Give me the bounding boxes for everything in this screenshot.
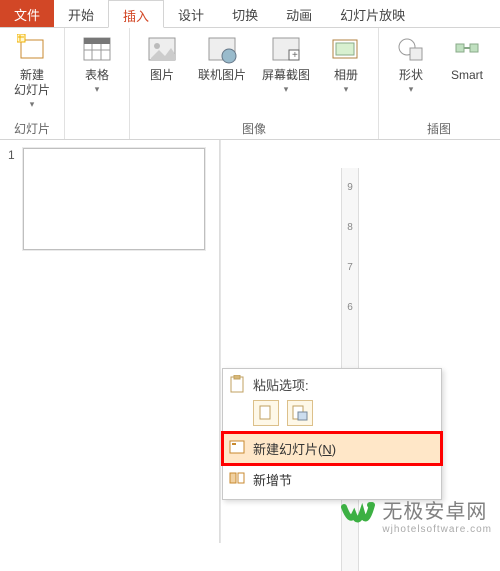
ruler-tick: 6	[342, 288, 358, 328]
menu-new-section[interactable]: 新增节	[223, 464, 441, 495]
dropdown-caret-icon: ▾	[95, 84, 100, 95]
group-tables-label	[95, 121, 98, 137]
tab-animation[interactable]: 动画	[272, 0, 326, 27]
group-illustrations: 形状 ▾ Smart 插图	[379, 28, 499, 139]
ribbon-tabs: 文件 开始 插入 设计 切换 动画 幻灯片放映	[0, 0, 500, 28]
group-illustrations-label: 插图	[427, 118, 451, 137]
smart-button[interactable]: Smart	[443, 32, 491, 83]
tab-slideshow[interactable]: 幻灯片放映	[326, 0, 419, 27]
menu-new-slide-label: 新建幻灯片(N)	[253, 439, 336, 458]
ruler-tick: 9	[342, 168, 358, 208]
smart-label: Smart	[451, 68, 483, 83]
new-slide-label: 新建 幻灯片	[14, 68, 50, 98]
shapes-label: 形状	[399, 68, 423, 83]
shapes-icon	[394, 32, 428, 66]
tab-design[interactable]: 设计	[164, 0, 218, 27]
shapes-button[interactable]: 形状 ▾	[387, 32, 435, 95]
screenshot-button[interactable]: + 屏幕截图 ▾	[258, 32, 314, 95]
tab-insert[interactable]: 插入	[108, 0, 164, 28]
group-slides: 新建 幻灯片 ▾ 幻灯片	[0, 28, 65, 139]
group-slides-label: 幻灯片	[14, 118, 50, 137]
tab-transition[interactable]: 切换	[218, 0, 272, 27]
menu-new-slide[interactable]: 新建幻灯片(N)	[223, 433, 441, 464]
dropdown-caret-icon: ▾	[284, 84, 289, 95]
watermark: 无极安卓网 wjhotelsoftware.com	[340, 495, 492, 535]
smart-icon	[450, 32, 484, 66]
picture-label: 图片	[150, 68, 174, 83]
album-button[interactable]: 相册 ▾	[322, 32, 370, 95]
table-icon	[80, 32, 114, 66]
new-slide-icon	[15, 32, 49, 66]
slide-number: 1	[8, 148, 15, 162]
tab-file[interactable]: 文件	[0, 0, 54, 27]
ruler-tick: 7	[342, 248, 358, 288]
group-tables: 表格 ▾	[65, 28, 130, 139]
dropdown-caret-icon: ▾	[344, 84, 349, 95]
menu-new-section-label: 新增节	[253, 470, 292, 489]
new-section-icon	[229, 471, 245, 488]
picture-icon	[145, 32, 179, 66]
paste-options-label: 粘贴选项:	[253, 375, 309, 394]
screenshot-label: 屏幕截图	[262, 68, 310, 83]
album-icon	[329, 32, 363, 66]
slide-thumbnail[interactable]	[23, 148, 205, 250]
new-slide-button[interactable]: 新建 幻灯片 ▾	[8, 32, 56, 110]
screenshot-icon: +	[269, 32, 303, 66]
group-images: 图片 联机图片 + 屏幕截图 ▾ 相册 ▾ 图像	[130, 28, 379, 139]
ruler-tick: 8	[342, 208, 358, 248]
watermark-text: 无极安卓网	[382, 495, 492, 524]
watermark-subtext: wjhotelsoftware.com	[382, 524, 492, 535]
picture-button[interactable]: 图片	[138, 32, 186, 83]
online-picture-icon	[205, 32, 239, 66]
clipboard-icon	[229, 375, 245, 396]
online-picture-label: 联机图片	[198, 68, 246, 83]
dropdown-caret-icon: ▾	[30, 99, 35, 110]
paste-keep-source-button[interactable]	[253, 400, 279, 426]
context-menu: 粘贴选项: 新建幻灯片(N) 新增节	[222, 368, 442, 500]
dropdown-caret-icon: ▾	[409, 84, 414, 95]
table-button[interactable]: 表格 ▾	[73, 32, 121, 95]
paste-options-row	[223, 396, 441, 433]
svg-text:+: +	[292, 50, 298, 61]
new-slide-icon	[229, 440, 245, 457]
paste-options-header: 粘贴选项:	[223, 373, 441, 396]
group-images-label: 图像	[242, 118, 266, 137]
watermark-logo-icon	[340, 497, 376, 533]
album-label: 相册	[334, 68, 358, 83]
ribbon-body: 新建 幻灯片 ▾ 幻灯片 表格 ▾ 图片 联机图片	[0, 28, 500, 140]
tab-home[interactable]: 开始	[54, 0, 108, 27]
online-picture-button[interactable]: 联机图片	[194, 32, 250, 83]
table-label: 表格	[85, 68, 109, 83]
paste-picture-button[interactable]	[287, 400, 313, 426]
slide-thumbnail-panel: 1	[0, 140, 220, 543]
